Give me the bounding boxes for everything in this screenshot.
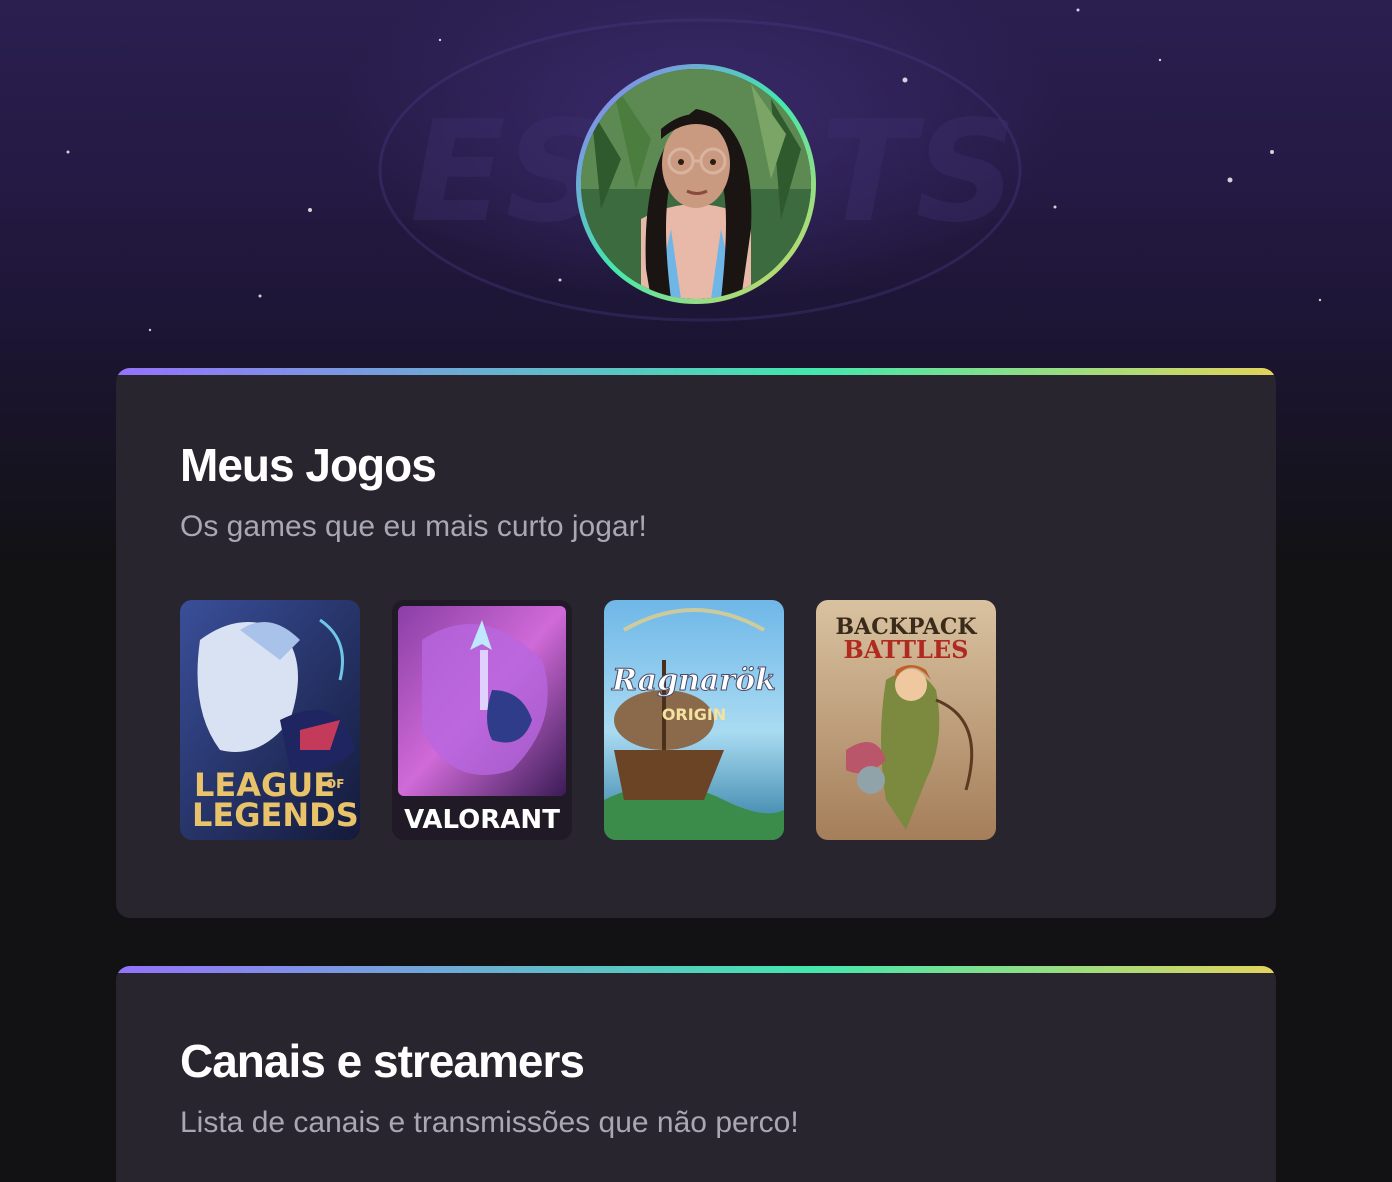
game-card-league-of-legends[interactable]: LEAGUE OF LEGENDS: [180, 600, 360, 840]
channels-card: Canais e streamers Lista de canais e tra…: [116, 966, 1276, 1182]
valorant-art: VALORANT: [392, 600, 572, 840]
channels-title: Canais e streamers: [180, 1035, 585, 1087]
avatar-photo: [581, 69, 811, 299]
page: ES TS Meus Jogos Os games que eu mais cu…: [0, 0, 1392, 1182]
backpack-logo-line2: BATTLES: [844, 635, 969, 664]
lol-logo-line2: LEGENDS: [192, 796, 359, 834]
games-title: Meus Jogos: [180, 439, 437, 491]
games-subtitle: Os games que eu mais curto jogar!: [180, 510, 647, 543]
league-of-legends-art: LEAGUE OF LEGENDS: [180, 600, 360, 840]
game-card-backpack-battles[interactable]: BACKPACK BATTLES: [816, 600, 996, 840]
games-card: Meus Jogos Os games que eu mais curto jo…: [116, 368, 1276, 918]
avatar-ring: [576, 64, 816, 304]
avatar: [581, 69, 811, 299]
svg-text:TS: TS: [820, 91, 1016, 254]
ragnarok-origin-art: Ragnarök ORIGIN: [604, 600, 784, 840]
ragnarok-logo-sub: ORIGIN: [662, 705, 726, 724]
game-card-valorant[interactable]: VALORANT: [392, 600, 572, 840]
ragnarok-logo: Ragnarök: [611, 663, 776, 698]
games-list: LEAGUE OF LEGENDS VALORANT Ragnarök ORIG…: [180, 600, 996, 840]
channels-subtitle: Lista de canais e transmissões que não p…: [180, 1106, 799, 1139]
game-card-ragnarok-origin[interactable]: Ragnarök ORIGIN: [604, 600, 784, 840]
lol-logo-of: OF: [326, 777, 344, 791]
backpack-battles-art: BACKPACK BATTLES: [816, 600, 996, 840]
valorant-logo: VALORANT: [404, 805, 560, 835]
